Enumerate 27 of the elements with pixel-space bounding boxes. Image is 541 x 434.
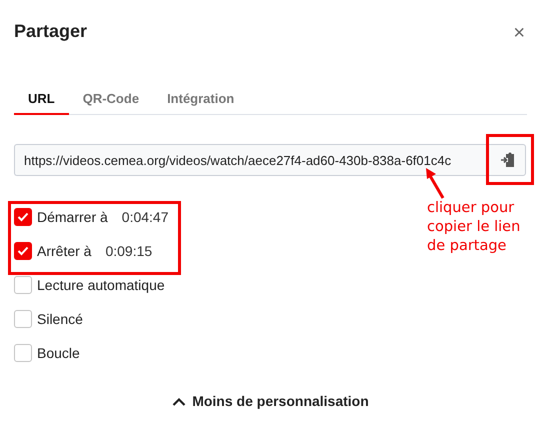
checkbox[interactable] [14,276,32,294]
caret-icon [172,396,186,406]
close-button[interactable]: × [513,25,525,41]
time-value: 0:09:15 [105,242,152,258]
copy-button[interactable] [488,144,526,176]
option-label: Lecture automatique [37,276,165,292]
option-label: Silencé [37,310,83,326]
checkbox[interactable] [14,310,32,328]
highlight-frame [486,134,534,185]
tab[interactable]: QR-Code [68,85,154,115]
time-value: 0:04:47 [122,208,169,224]
option-label: Arrêter à [37,242,92,258]
annotation-note: cliquer pour copier le lien de partage [427,199,520,256]
option-label: Boucle [37,344,80,360]
checkbox[interactable] [14,242,32,260]
checkmark-icon [17,246,29,256]
clipboard-icon [500,152,514,168]
url-field[interactable]: https://videos.cemea.org/videos/watch/aece27f4-ad60-430b-838a-6f01c4c [14,144,488,176]
tab[interactable]: Intégration [153,85,248,115]
dialog-title: Partager [14,20,88,43]
checkbox[interactable] [14,344,32,362]
checkmark-icon [17,212,29,222]
tab[interactable]: URL [14,85,69,115]
annotation-arrow [424,166,446,200]
toggle-button[interactable]: Moins de personnalisation [172,393,369,409]
checkbox[interactable] [14,208,32,226]
option-label: Démarrer à [37,208,108,224]
